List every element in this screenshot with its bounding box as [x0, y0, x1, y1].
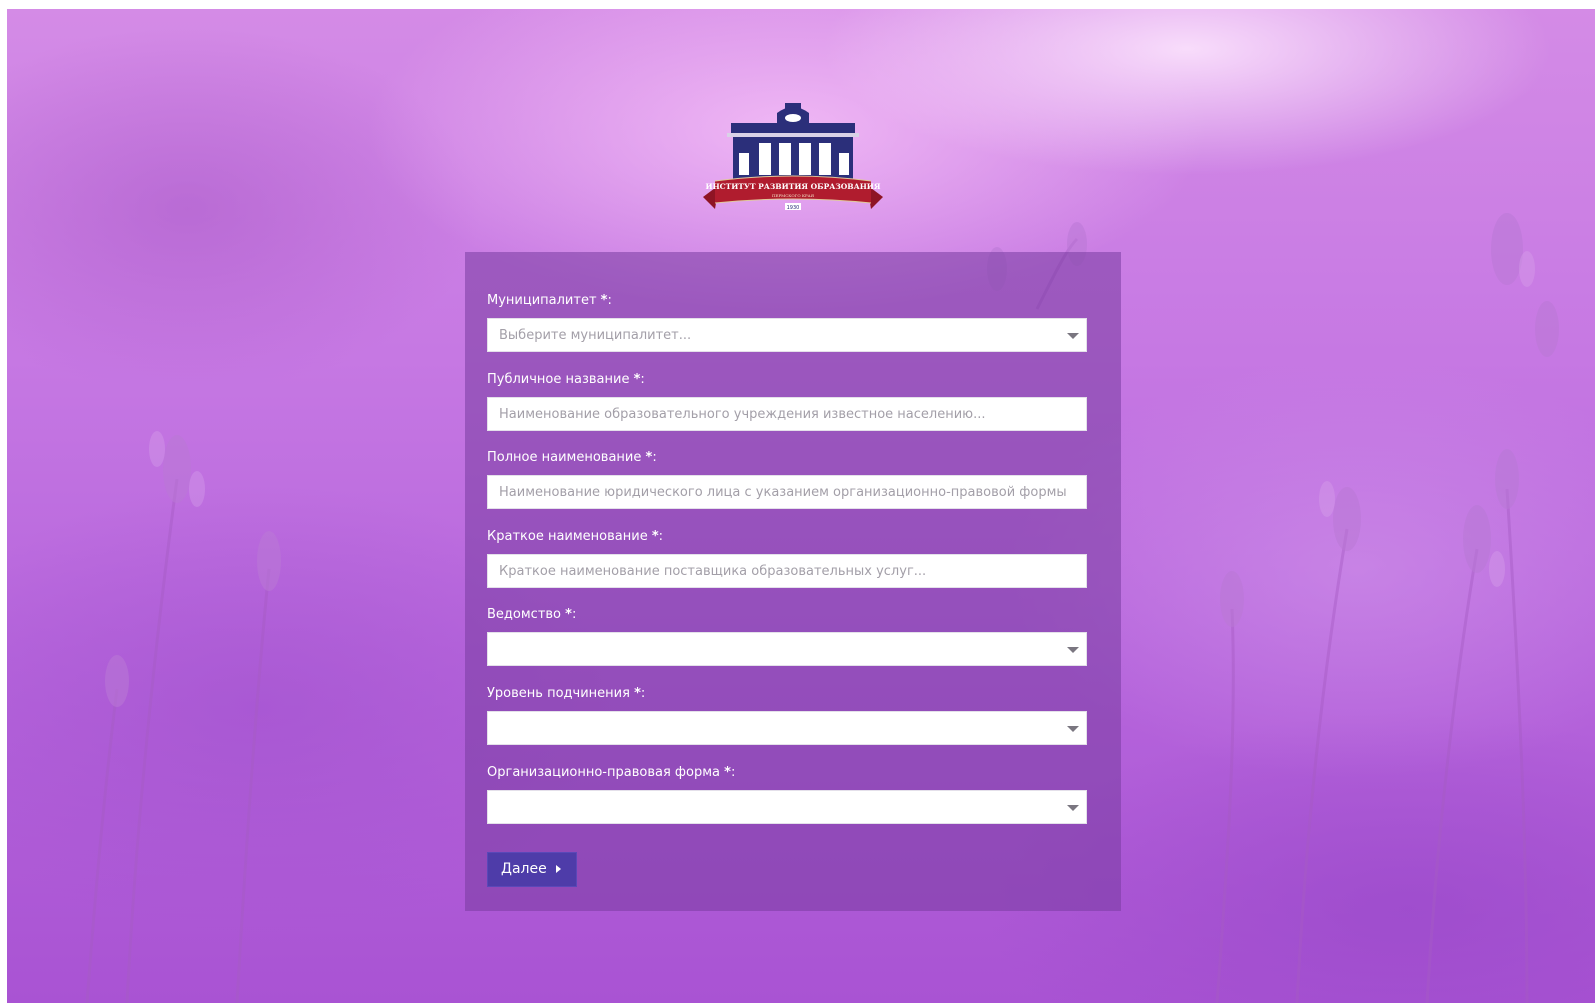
required-mark: * — [565, 607, 572, 622]
registration-form: Муниципалитет *: Выберите муниципалитет.… — [465, 252, 1121, 911]
logo-subtext: ПЕРМСКОГО КРАЯ — [772, 193, 815, 198]
chevron-down-icon — [1067, 647, 1079, 653]
full-name-label: Полное наименование — [487, 450, 642, 465]
short-name-input[interactable] — [488, 555, 1086, 587]
full-name-input[interactable] — [488, 476, 1086, 508]
municipality-select[interactable]: Выберите муниципалитет... — [487, 318, 1087, 352]
public-name-field: Публичное название *: — [487, 372, 1087, 431]
institute-logo: ИНСТИТУТ РАЗВИТИЯ ОБРАЗОВАНИЯ ПЕРМСКОГО … — [703, 103, 883, 211]
next-button[interactable]: Далее — [487, 852, 577, 887]
required-mark: * — [633, 372, 641, 387]
required-mark: * — [651, 529, 659, 544]
subordination-level-select[interactable] — [487, 711, 1087, 745]
municipality-label: Муниципалитет — [487, 293, 597, 308]
logo-text: ИНСТИТУТ РАЗВИТИЯ ОБРАЗОВАНИЯ — [705, 182, 880, 191]
required-mark: * — [645, 450, 653, 465]
arrow-right-icon — [556, 865, 561, 873]
public-name-input[interactable] — [488, 398, 1086, 430]
department-field: Ведомство *: — [487, 607, 1087, 666]
legal-form-field: Организационно-правовая форма *: — [487, 765, 1087, 824]
short-name-control — [487, 554, 1087, 588]
page-background: ИНСТИТУТ РАЗВИТИЯ ОБРАЗОВАНИЯ ПЕРМСКОГО … — [7, 9, 1595, 1003]
short-name-field: Краткое наименование *: — [487, 529, 1087, 588]
full-name-control — [487, 475, 1087, 509]
full-name-field: Полное наименование *: — [487, 450, 1087, 509]
legal-form-select[interactable] — [487, 790, 1087, 824]
department-label: Ведомство — [487, 607, 562, 622]
public-name-control — [487, 397, 1087, 431]
subordination-level-field: Уровень подчинения *: — [487, 686, 1087, 745]
municipality-placeholder: Выберите муниципалитет... — [499, 328, 692, 343]
chevron-down-icon — [1067, 333, 1079, 339]
short-name-label: Краткое наименование — [487, 529, 648, 544]
required-mark: * — [634, 686, 641, 701]
logo-year: 1930 — [787, 205, 800, 211]
municipality-field: Муниципалитет *: Выберите муниципалитет.… — [487, 293, 1087, 352]
next-button-label: Далее — [501, 861, 547, 877]
required-mark: * — [600, 293, 608, 308]
public-name-label: Публичное название — [487, 372, 630, 387]
department-select[interactable] — [487, 632, 1087, 666]
subordination-level-label: Уровень подчинения — [487, 686, 630, 701]
chevron-down-icon — [1067, 726, 1079, 732]
chevron-down-icon — [1067, 805, 1079, 811]
required-mark: * — [724, 765, 731, 780]
legal-form-label: Организационно-правовая форма — [487, 765, 721, 780]
